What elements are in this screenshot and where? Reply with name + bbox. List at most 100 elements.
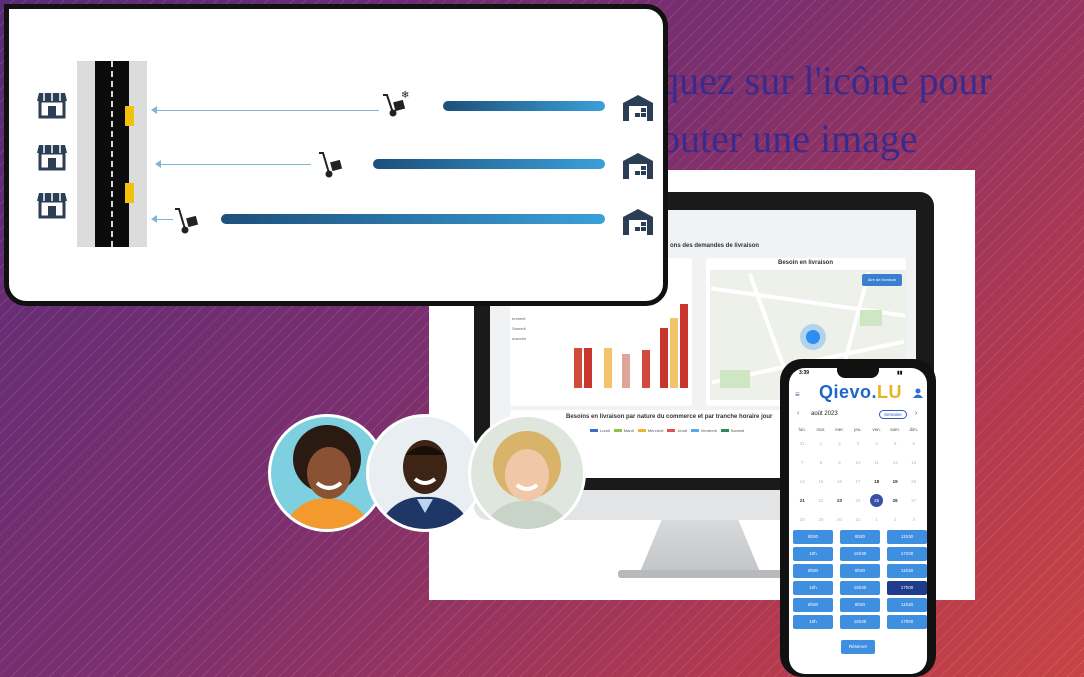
calendar-week: 28 29 30 31 1 2 3: [793, 510, 923, 529]
image-placeholder-text[interactable]: iquez sur l'icône pour outer une image: [648, 52, 1084, 168]
month-label: août 2023: [811, 411, 838, 417]
weekday-label: mar.: [816, 426, 826, 432]
legend-swatch: [637, 429, 646, 432]
legend-item: Samedi: [720, 428, 744, 433]
legend-item: Mardi: [613, 428, 634, 433]
calendar-day-selected[interactable]: 25: [867, 494, 886, 507]
heat-cell: [670, 318, 678, 388]
delivery-time-bar: [443, 101, 605, 111]
heat-row-label: Samedi: [512, 326, 526, 331]
time-slot-button[interactable]: 8h30: [840, 564, 880, 578]
calendar-week: 14 15 16 17 18 19 20: [793, 472, 923, 491]
legend-label: Mercredi: [647, 428, 664, 433]
delivery-bay: [125, 106, 134, 126]
monitor-stand-base: [618, 570, 782, 578]
user-icon[interactable]: [913, 388, 923, 398]
heat-cell: [660, 328, 668, 388]
time-slot-button[interactable]: 11h30: [887, 564, 927, 578]
time-slot-button[interactable]: 16h30: [840, 547, 880, 561]
calendar-day: 16: [836, 479, 842, 484]
prev-month-icon[interactable]: ‹: [797, 410, 799, 417]
calendar-day[interactable]: 21: [793, 498, 812, 503]
heatmap-grid: [542, 298, 702, 388]
map-park: [720, 370, 750, 388]
placeholder-line-2: outer une image: [660, 116, 918, 161]
reserve-button[interactable]: Réserver: [841, 640, 875, 654]
person-portrait-icon: [377, 440, 473, 529]
time-slot-button[interactable]: 11h30: [887, 598, 927, 612]
calendar: lun. mar. mer. jeu. ven. sam. dim. 31 1 …: [793, 424, 923, 529]
calendar-day: 7: [801, 460, 804, 465]
warehouse-icon: [623, 95, 653, 121]
calendar-day: 12: [892, 460, 898, 465]
warehouse-icon: [623, 209, 653, 235]
time-slot-button-selected[interactable]: 17h00: [887, 581, 927, 595]
road-center-line: [111, 61, 113, 247]
refrigerated-handtruck-icon: ❄: [383, 90, 409, 117]
time-slot-button[interactable]: 16h30: [840, 615, 880, 629]
calendar-day: 10: [855, 460, 861, 465]
time-slot-button[interactable]: 8h30: [793, 598, 833, 612]
heat-row-label: manche: [512, 336, 527, 341]
person-portrait-icon: [481, 431, 573, 529]
calendar-day[interactable]: 18: [867, 479, 886, 484]
calendar-day: 17: [855, 479, 861, 484]
legend-swatch: [613, 429, 622, 432]
time-slot-button[interactable]: 11h30: [887, 530, 927, 544]
lane-arrow: [161, 164, 311, 165]
time-slot-button[interactable]: 8h30: [840, 598, 880, 612]
weekday-header: lun. mar. mer. jeu. ven. sam. dim.: [793, 424, 923, 434]
calendar-day: 1: [875, 517, 878, 522]
week-view-button[interactable]: Semaine: [879, 410, 907, 419]
lane-arrow: [157, 219, 173, 220]
time-slot-button[interactable]: 8h30: [793, 530, 833, 544]
time-slot-button[interactable]: 8h30: [793, 564, 833, 578]
bar-chart-title: Besoins en livraison par nature du comme…: [566, 414, 773, 420]
heat-cell: [642, 350, 650, 388]
calendar-day: 1: [819, 441, 823, 446]
weekday-label: sam.: [890, 426, 901, 432]
placeholder-line-1: iquez sur l'icône pour: [648, 58, 992, 103]
heat-cell: [680, 304, 688, 388]
calendar-day: 5: [893, 441, 897, 446]
shop-icon: [37, 93, 67, 119]
calendar-day: 3: [912, 517, 916, 522]
avatar-woman-blonde: [468, 414, 586, 532]
warehouse-icon: [623, 153, 653, 179]
calendar-day[interactable]: 26: [886, 498, 905, 503]
calendar-day: 11: [874, 460, 879, 465]
calendar-day: 4: [875, 441, 878, 446]
time-slot-button[interactable]: 10h: [793, 547, 833, 561]
weekday-label: lun.: [798, 426, 806, 432]
delivery-area-button[interactable]: Aire de livraison: [862, 274, 902, 286]
dashboard-section-title: ons des demandes de livraison: [670, 243, 760, 249]
calendar-day: 30: [836, 517, 842, 522]
calendar-day[interactable]: 23: [830, 498, 849, 503]
calendar-day: 29: [818, 517, 824, 522]
next-month-icon[interactable]: ›: [915, 410, 917, 417]
location-pin-icon[interactable]: [806, 330, 820, 344]
time-slot-button[interactable]: 17h00: [887, 547, 927, 561]
time-slot-button[interactable]: 8h30: [840, 530, 880, 544]
legend-swatch: [720, 429, 729, 432]
handtruck-icon: [319, 152, 343, 178]
time-slot-button[interactable]: 10h: [793, 615, 833, 629]
weekday-label: ven.: [872, 426, 881, 432]
legend-item: Jeudi: [667, 428, 687, 433]
delivery-diagram: ❄: [4, 4, 668, 306]
time-slot-button[interactable]: 17h00: [887, 615, 927, 629]
shop-icon: [37, 193, 67, 219]
time-slot-button[interactable]: 16h30: [840, 581, 880, 595]
time-slot-button[interactable]: 10h: [793, 581, 833, 595]
calendar-day[interactable]: 19: [886, 479, 905, 484]
delivery-bay: [125, 183, 134, 203]
calendar-day: 8: [819, 460, 823, 465]
menu-icon[interactable]: ≡: [795, 390, 800, 399]
battery-icon: ▮▮: [897, 370, 903, 376]
calendar-day: 14: [799, 479, 805, 484]
calendar-day: 6: [912, 441, 916, 446]
legend-label: Vendredi: [700, 428, 717, 433]
legend-item: Mercredi: [637, 428, 664, 433]
avatar-man-suit: [366, 414, 484, 532]
phone-notch: [837, 368, 879, 378]
